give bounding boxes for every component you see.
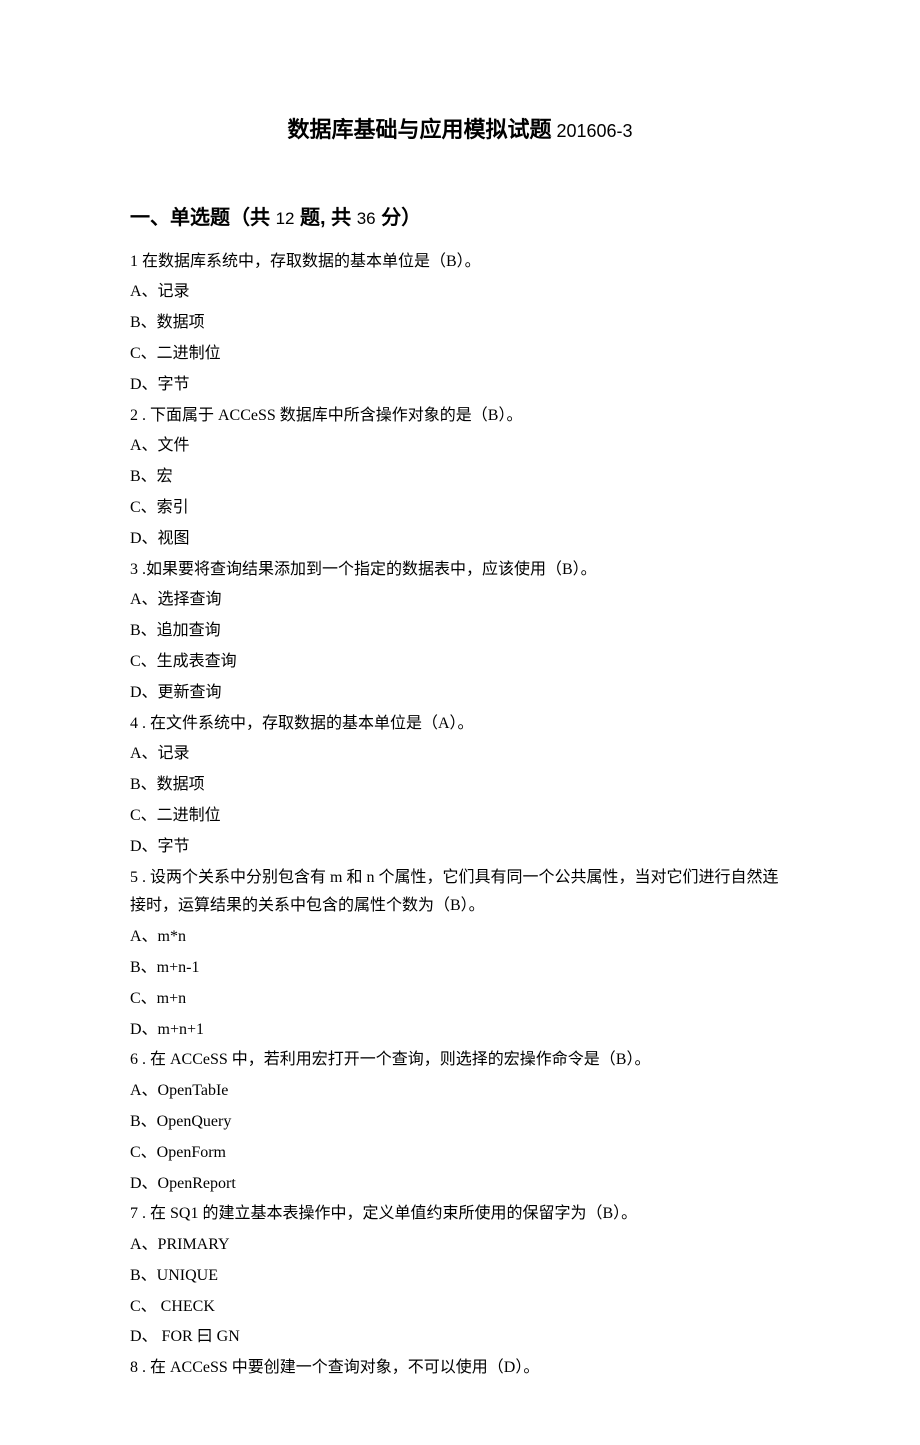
section-heading-mid: 题, 共	[294, 207, 356, 229]
option: A、文件	[130, 432, 790, 461]
question-text: 5 . 设两个关系中分别包含有 m 和 n 个属性，它们具有同一个公共属性，当对…	[130, 864, 790, 922]
question: 8 . 在 ACCeSS 中要创建一个查询对象，不可以使用（D）。	[130, 1354, 790, 1383]
question-number: 2	[130, 407, 138, 424]
question-text: 4 . 在文件系统中，存取数据的基本单位是（A）。	[130, 710, 790, 739]
option: A、m*n	[130, 923, 790, 952]
question-number: 4	[130, 715, 138, 732]
question-body: . 下面属于 ACCeSS 数据库中所含操作对象的是（B）。	[138, 407, 522, 424]
question-body: . 设两个关系中分别包含有 m 和 n 个属性，它们具有同一个公共属性，当对它们…	[130, 869, 778, 915]
section-score: 36	[357, 209, 376, 228]
option: C、二进制位	[130, 802, 790, 831]
question: 3 .如果要将查询结果添加到一个指定的数据表中，应该使用（B）。A、选择查询B、…	[130, 556, 790, 708]
option: B、宏	[130, 463, 790, 492]
option: D、字节	[130, 833, 790, 862]
question-body: . 在文件系统中，存取数据的基本单位是（A）。	[138, 715, 474, 732]
question-body: . 在 ACCeSS 中，若利用宏打开一个查询，则选择的宏操作命令是（B）。	[138, 1051, 650, 1068]
question-number: 5	[130, 869, 138, 886]
question: 6 . 在 ACCeSS 中，若利用宏打开一个查询，则选择的宏操作命令是（B）。…	[130, 1046, 790, 1198]
document-title: 数据库基础与应用模拟试题 201606-3	[130, 110, 790, 150]
question: 1 在数据库系统中，存取数据的基本单位是（B）。A、记录B、数据项C、二进制位D…	[130, 248, 790, 400]
option: B、OpenQuery	[130, 1108, 790, 1137]
question: 7 . 在 SQ1 的建立基本表操作中，定义单值约束所使用的保留字为（B）。A、…	[130, 1200, 790, 1352]
option: A、记录	[130, 278, 790, 307]
question-options: A、选择查询B、追加查询C、生成表查询D、更新查询	[130, 586, 790, 707]
option: A、选择查询	[130, 586, 790, 615]
question: 4 . 在文件系统中，存取数据的基本单位是（A）。A、记录B、数据项C、二进制位…	[130, 710, 790, 862]
question-text: 2 . 下面属于 ACCeSS 数据库中所含操作对象的是（B）。	[130, 402, 790, 431]
question-text: 1 在数据库系统中，存取数据的基本单位是（B）。	[130, 248, 790, 277]
title-suffix: 201606-3	[551, 121, 632, 141]
option: B、UNIQUE	[130, 1262, 790, 1291]
option: B、数据项	[130, 309, 790, 338]
question-body: 在数据库系统中，存取数据的基本单位是（B）。	[138, 253, 481, 270]
option: C、m+n	[130, 985, 790, 1014]
question-number: 7	[130, 1205, 138, 1222]
option: B、m+n-1	[130, 954, 790, 983]
question-body: .如果要将查询结果添加到一个指定的数据表中，应该使用（B）。	[138, 561, 597, 578]
option: D、OpenReport	[130, 1170, 790, 1199]
question-body: . 在 ACCeSS 中要创建一个查询对象，不可以使用（D）。	[138, 1359, 539, 1376]
option: C、OpenForm	[130, 1139, 790, 1168]
title-main: 数据库基础与应用模拟试题	[287, 117, 551, 142]
section-heading-suffix: 分）	[376, 207, 422, 229]
question-number: 3	[130, 561, 138, 578]
option: C、索引	[130, 494, 790, 523]
option: C、生成表查询	[130, 648, 790, 677]
question-number: 1	[130, 253, 138, 270]
section-question-count: 12	[276, 209, 295, 228]
question-options: A、m*nB、m+n-1C、m+nD、m+n+1	[130, 923, 790, 1044]
question-number: 6	[130, 1051, 138, 1068]
question-text: 6 . 在 ACCeSS 中，若利用宏打开一个查询，则选择的宏操作命令是（B）。	[130, 1046, 790, 1075]
question-text: 3 .如果要将查询结果添加到一个指定的数据表中，应该使用（B）。	[130, 556, 790, 585]
question-options: A、文件B、宏C、索引D、视图	[130, 432, 790, 553]
option: B、追加查询	[130, 617, 790, 646]
question-options: A、OpenTabIeB、OpenQueryC、OpenFormD、OpenRe…	[130, 1077, 790, 1198]
question-options: A、记录B、数据项C、二进制位D、字节	[130, 740, 790, 861]
question-options: A、记录B、数据项C、二进制位D、字节	[130, 278, 790, 399]
section-heading-1: 一、单选题（共 12 题, 共 36 分）	[130, 200, 790, 236]
option: D、视图	[130, 525, 790, 554]
question-text: 8 . 在 ACCeSS 中要创建一个查询对象，不可以使用（D）。	[130, 1354, 790, 1383]
option: C、二进制位	[130, 340, 790, 369]
option: D、m+n+1	[130, 1016, 790, 1045]
section-heading-prefix: 一、单选题（共	[130, 207, 276, 229]
option: C、 CHECK	[130, 1293, 790, 1322]
question-number: 8	[130, 1359, 138, 1376]
option: D、 FOR 曰 GN	[130, 1323, 790, 1352]
option: D、更新查询	[130, 679, 790, 708]
option: D、字节	[130, 371, 790, 400]
option: B、数据项	[130, 771, 790, 800]
question-text: 7 . 在 SQ1 的建立基本表操作中，定义单值约束所使用的保留字为（B）。	[130, 1200, 790, 1229]
option: A、记录	[130, 740, 790, 769]
question-body: . 在 SQ1 的建立基本表操作中，定义单值约束所使用的保留字为（B）。	[138, 1205, 637, 1222]
questions-container: 1 在数据库系统中，存取数据的基本单位是（B）。A、记录B、数据项C、二进制位D…	[130, 248, 790, 1383]
question: 2 . 下面属于 ACCeSS 数据库中所含操作对象的是（B）。A、文件B、宏C…	[130, 402, 790, 554]
question-options: A、PRIMARYB、UNIQUEC、 CHECKD、 FOR 曰 GN	[130, 1231, 790, 1352]
option: A、OpenTabIe	[130, 1077, 790, 1106]
question: 5 . 设两个关系中分别包含有 m 和 n 个属性，它们具有同一个公共属性，当对…	[130, 864, 790, 1045]
option: A、PRIMARY	[130, 1231, 790, 1260]
